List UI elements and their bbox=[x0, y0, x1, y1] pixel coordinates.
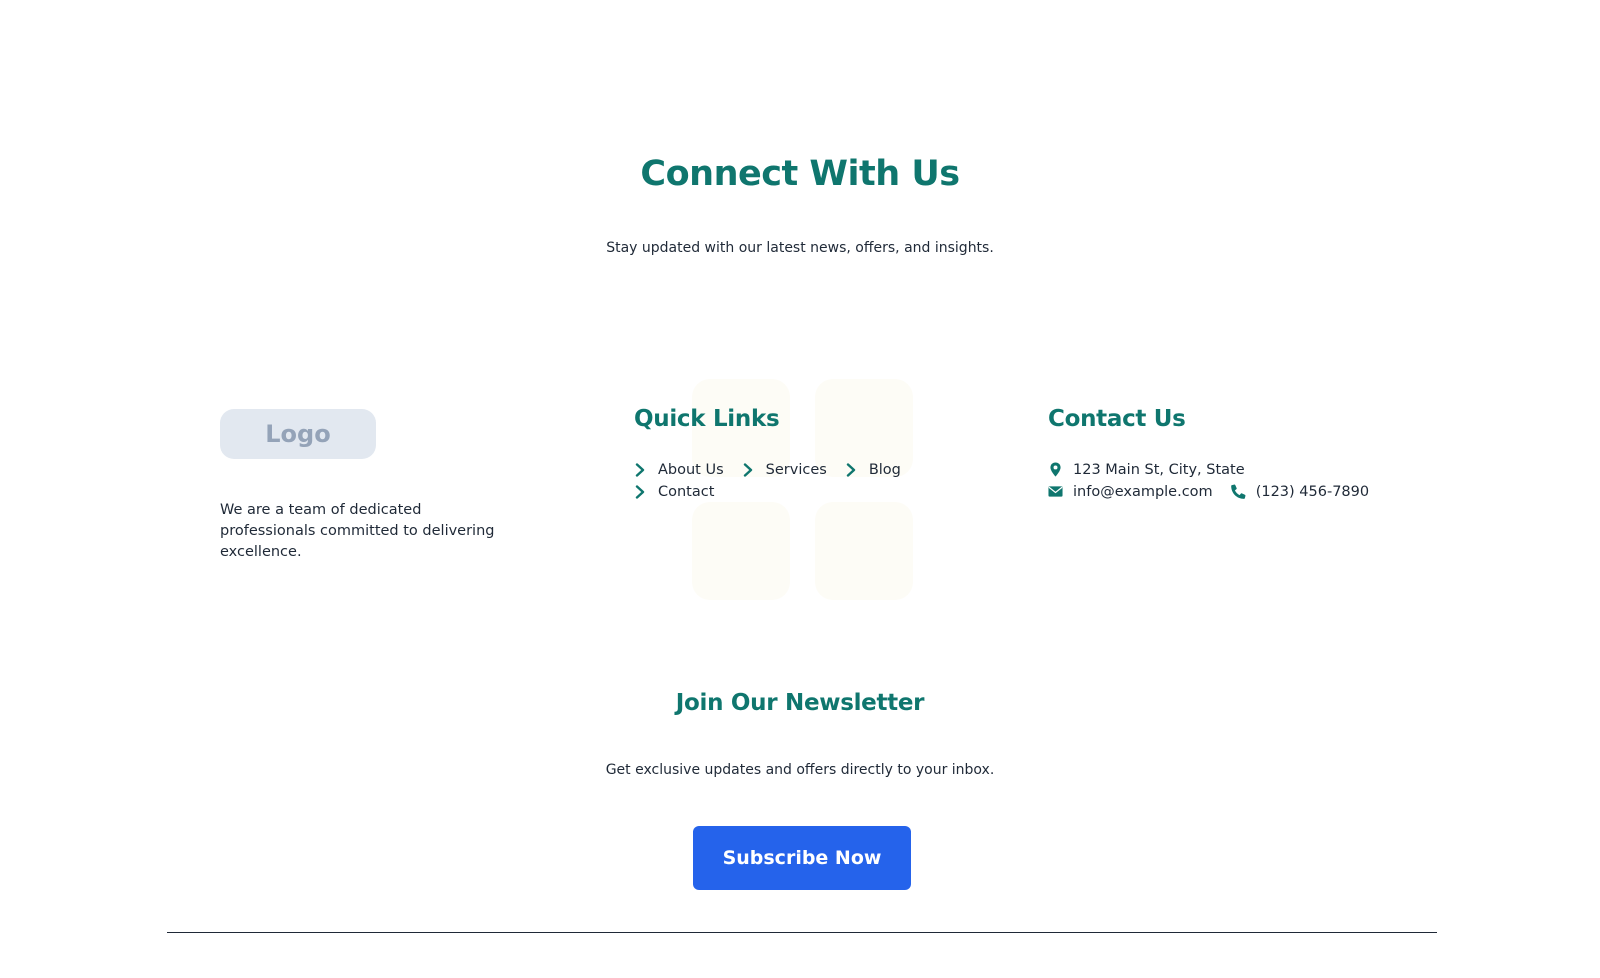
subscribe-button[interactable]: Subscribe Now bbox=[693, 826, 911, 890]
quick-link-contact[interactable]: Contact bbox=[634, 482, 714, 501]
chevron-right-icon bbox=[635, 484, 645, 499]
map-pin-icon bbox=[1050, 462, 1061, 477]
about-text: We are a team of dedicated professionals… bbox=[220, 502, 495, 560]
phone-icon bbox=[1230, 484, 1246, 499]
chevron-right-icon bbox=[846, 462, 856, 477]
decorative-square bbox=[692, 502, 790, 600]
hero-subtitle: Stay updated with our latest news, offer… bbox=[606, 240, 994, 256]
contact-info-list: 123 Main St, City, State info@example.co… bbox=[1048, 460, 1378, 501]
logo-text: Logo bbox=[265, 420, 331, 448]
chevron-right-icon bbox=[743, 462, 752, 477]
quick-links-title: Quick Links bbox=[634, 406, 780, 432]
footer-divider bbox=[167, 932, 1437, 933]
quick-link-label: Contact bbox=[658, 483, 715, 500]
quick-link-about-us[interactable]: About Us bbox=[634, 460, 724, 479]
hero-title: Connect With Us bbox=[640, 154, 960, 194]
chevron-right-icon bbox=[635, 462, 645, 477]
decorative-square bbox=[815, 502, 913, 600]
quick-link-blog[interactable]: Blog bbox=[845, 460, 901, 479]
quick-link-label: Blog bbox=[868, 461, 901, 478]
contact-address: 123 Main St, City, State bbox=[1048, 460, 1245, 479]
newsletter-title: Join Our Newsletter bbox=[675, 690, 925, 716]
quick-links-list: About Us Services Blog Contact bbox=[634, 460, 924, 501]
logo[interactable]: Logo bbox=[220, 409, 376, 459]
newsletter-subtitle: Get exclusive updates and offers directl… bbox=[605, 762, 995, 778]
contact-phone[interactable]: (123) 456-7890 bbox=[1230, 482, 1370, 501]
address-text: 123 Main St, City, State bbox=[1073, 461, 1245, 478]
quick-link-services[interactable]: Services bbox=[742, 460, 827, 479]
envelope-icon bbox=[1048, 486, 1063, 497]
email-text: info@example.com bbox=[1073, 483, 1213, 500]
contact-email[interactable]: info@example.com bbox=[1048, 482, 1213, 501]
quick-link-label: Services bbox=[765, 461, 827, 478]
phone-text: (123) 456-7890 bbox=[1255, 483, 1370, 500]
contact-us-title: Contact Us bbox=[1048, 406, 1186, 432]
quick-link-label: About Us bbox=[658, 461, 724, 478]
